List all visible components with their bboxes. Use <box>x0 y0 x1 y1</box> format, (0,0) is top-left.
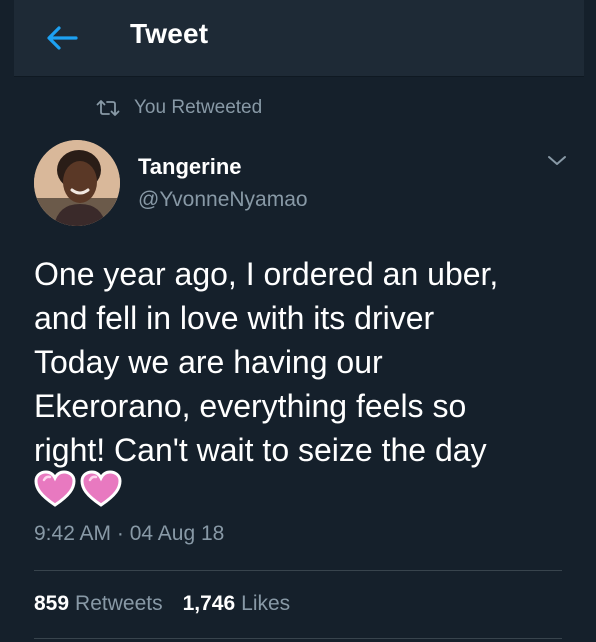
divider <box>34 570 562 571</box>
tweet-time: 9:42 AM <box>34 522 112 545</box>
tweet-text-line: Ekerorano, everything feels so <box>34 388 467 424</box>
divider <box>34 638 562 639</box>
author-handle[interactable]: @YvonneNyamao <box>138 188 308 212</box>
beating-heart-emoji-icon <box>80 470 122 507</box>
retweet-context: You Retweeted <box>96 96 262 120</box>
top-app-bar: Tweet <box>14 0 584 77</box>
author-name[interactable]: Tangerine <box>138 154 242 180</box>
retweets-label: Retweets <box>75 592 163 615</box>
avatar[interactable] <box>34 140 120 226</box>
tweet-text-line: Today we are having our <box>34 344 383 380</box>
timestamp-separator: · <box>116 522 124 545</box>
tweet-date: 04 Aug 18 <box>129 522 225 545</box>
retweets-count-link[interactable]: 859 Retweets <box>34 592 163 616</box>
beating-heart-emoji-icon <box>34 470 76 507</box>
page-title: Tweet <box>130 18 209 49</box>
tweet-stats: 859 Retweets 1,746 Likes <box>34 592 290 616</box>
retweets-count: 859 <box>34 592 70 615</box>
arrow-left-icon <box>47 26 78 50</box>
retweet-context-label: You Retweeted <box>134 97 263 118</box>
likes-count-link[interactable]: 1,746 Likes <box>183 592 291 616</box>
likes-count: 1,746 <box>182 592 236 615</box>
chevron-down-icon[interactable] <box>546 152 568 170</box>
retweet-icon <box>96 98 120 118</box>
tweet-text-line: One year ago, I ordered an uber, <box>34 256 499 292</box>
emoji-row <box>34 470 122 510</box>
back-button[interactable] <box>42 18 82 58</box>
tweet-body: One year ago, I ordered an uber, and fel… <box>34 252 574 472</box>
tweet-text-line: right! Can't wait to seize the day <box>34 432 487 468</box>
likes-label: Likes <box>241 592 291 615</box>
tweet-text-line: and fell in love with its driver <box>34 300 435 336</box>
tweet-timestamp: 9:42 AM · 04 Aug 18 <box>34 522 224 546</box>
